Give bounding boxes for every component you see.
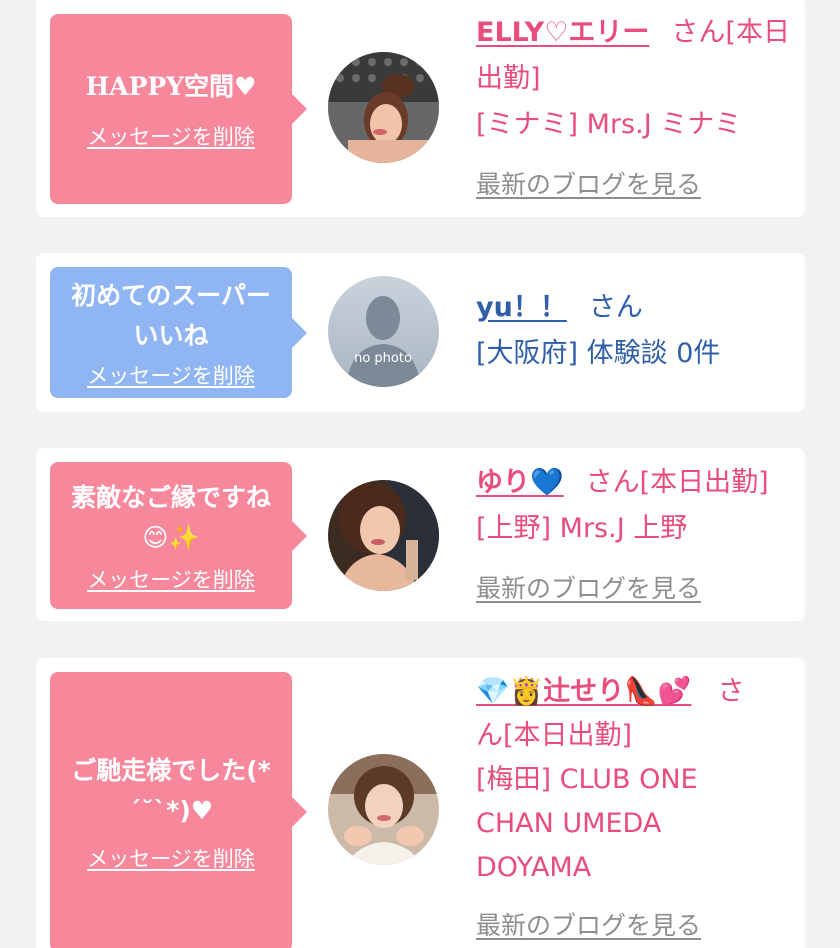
latest-blog-link[interactable]: 最新のブログを見る xyxy=(476,170,701,199)
member-suffix: さん xyxy=(588,292,643,323)
message-card: ご馳走様でした(* ´˘`*)♥ メッセージを削除 💎👸辻せり👠💕 さ ん[本日出… xyxy=(36,658,805,948)
no-photo-avatar-icon: no photo xyxy=(328,276,439,387)
message-text: ご馳走様でした(* ´˘`*)♥ xyxy=(71,756,271,825)
member-name-link[interactable]: ゆり💙 xyxy=(476,467,564,498)
store-text-cont: CHAN UMEDA xyxy=(476,808,662,839)
delete-message-link[interactable]: メッセージを削除 xyxy=(87,843,255,873)
member-suffix-cont: ん[本日出勤] xyxy=(476,720,633,751)
message-text: 初めてのスーパー いいね xyxy=(71,280,271,350)
member-name-link[interactable]: ELLY♡エリー xyxy=(476,17,649,48)
member-info: ELLY♡エリー さん[本日出勤] [ミナミ] Mrs.J ミナミ 最新のブログを… xyxy=(476,10,796,208)
delete-message-link[interactable]: メッセージを削除 xyxy=(87,564,255,594)
message-card: HAPPY空間♥ メッセージを削除 ELLY♡エリー さん[本日出勤] [ミナミ… xyxy=(36,0,805,217)
store-text: [梅田] CLUB ONE xyxy=(476,764,698,795)
avatar-photo-icon xyxy=(328,754,439,865)
delete-message-link[interactable]: メッセージを削除 xyxy=(87,360,255,390)
store-text: [上野] Mrs.J 上野 xyxy=(476,513,688,544)
member-info: 💎👸辻せり👠💕 さ ん[本日出勤] [梅田] CLUB ONE CHAN UMED… xyxy=(476,670,796,948)
message-card: 素敵なご縁ですね 😊✨ メッセージを削除 ゆり💙 さん[本日出勤] [上野] Mr… xyxy=(36,448,805,621)
avatar-photo-icon xyxy=(328,52,439,163)
avatar[interactable] xyxy=(328,754,439,865)
message-text: 素敵なご縁ですね 😊✨ xyxy=(70,482,271,552)
avatar[interactable] xyxy=(328,480,439,591)
member-name-link[interactable]: 💎👸辻せり👠💕 xyxy=(476,676,691,707)
member-suffix: さ xyxy=(717,676,745,707)
message-list: HAPPY空間♥ メッセージを削除 ELLY♡エリー さん[本日出勤] [ミナミ… xyxy=(0,0,840,948)
member-info: yu！！ さん [大阪府] 体験談 0件 xyxy=(476,285,796,377)
member-suffix: さん[本日出勤] xyxy=(585,467,769,498)
delete-message-link[interactable]: メッセージを削除 xyxy=(87,121,255,151)
store-text: [ミナミ] Mrs.J ミナミ xyxy=(476,109,742,140)
message-bubble: 素敵なご縁ですね 😊✨ メッセージを削除 xyxy=(50,462,307,609)
avatar[interactable]: no photo xyxy=(328,276,439,387)
store-text: [大阪府] 体験談 0件 xyxy=(476,338,721,369)
message-bubble: 初めてのスーパー いいね メッセージを削除 xyxy=(50,267,307,398)
no-photo-label: no photo xyxy=(354,351,412,366)
member-name-link[interactable]: yu！！ xyxy=(476,292,567,323)
avatar-photo-icon xyxy=(328,480,439,591)
message-card: 初めてのスーパー いいね メッセージを削除 no photo yu！！ さん [… xyxy=(36,253,805,412)
message-bubble: ご馳走様でした(* ´˘`*)♥ メッセージを削除 xyxy=(50,672,307,948)
message-bubble: HAPPY空間♥ メッセージを削除 xyxy=(50,14,307,204)
store-text-cont: DOYAMA xyxy=(476,852,592,883)
member-info: ゆり💙 さん[本日出勤] [上野] Mrs.J 上野 最新のブログを見る xyxy=(476,460,796,612)
message-text: HAPPY空間♥ xyxy=(85,72,257,101)
latest-blog-link[interactable]: 最新のブログを見る xyxy=(476,911,701,940)
avatar[interactable] xyxy=(328,52,439,163)
latest-blog-link[interactable]: 最新のブログを見る xyxy=(476,574,701,603)
